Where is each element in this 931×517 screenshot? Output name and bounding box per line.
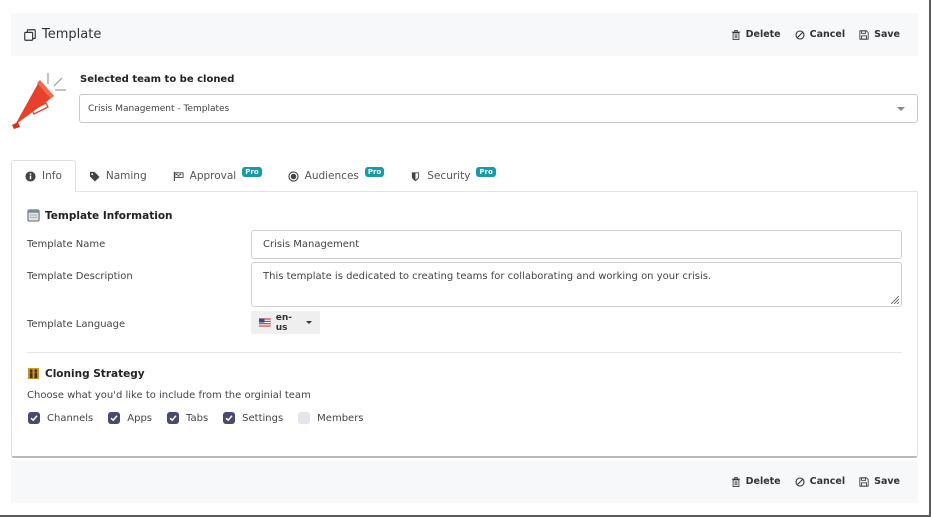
caret-down-icon (306, 321, 312, 324)
check-icon (169, 415, 177, 422)
save-label: Save (874, 29, 900, 40)
template-description-textarea[interactable]: This template is dedicated to creating t… (251, 262, 902, 307)
checkbox-checked[interactable] (108, 412, 121, 424)
checkbox-checked[interactable] (223, 412, 236, 424)
cloning-hint: Choose what you'd like to include from t… (27, 390, 311, 401)
template-language-label: Template Language (27, 319, 126, 330)
checkbox-apps[interactable]: Apps (108, 412, 152, 424)
language-dropdown[interactable]: en-us (251, 311, 320, 334)
template-description-value: This template is dedicated to creating t… (263, 271, 712, 282)
checkbox-label: Members (317, 412, 364, 424)
template-name-label: Template Name (27, 239, 106, 250)
cloning-strategy-title: Cloning Strategy (45, 367, 145, 380)
pro-badge: Pro (364, 167, 385, 177)
pro-badge: Pro (476, 167, 496, 177)
us-flag-icon (259, 318, 271, 327)
checkbox-label: Settings (242, 412, 284, 424)
family-icon (27, 367, 40, 380)
header-actions: Delete Cancel Save (731, 29, 906, 40)
tab-naming-label: Naming (105, 170, 147, 182)
template-name-value: Crisis Management (263, 239, 360, 250)
page-title-text: Template (42, 27, 102, 42)
header-bar: Template Delete Cancel Save (11, 13, 918, 56)
save-button[interactable]: Save (859, 29, 900, 40)
chevron-down-icon (897, 106, 905, 111)
cancel-label: Cancel (809, 476, 846, 487)
shield-icon (412, 171, 420, 181)
target-icon (288, 170, 299, 182)
footer-bar: Delete Cancel Save (11, 460, 918, 503)
tag-icon (89, 171, 100, 182)
info-icon (25, 170, 36, 182)
pro-badge: Pro (242, 167, 262, 177)
checkbox-label: Channels (47, 412, 94, 424)
copy-icon (24, 28, 36, 41)
footer-actions: Delete Cancel Save (731, 476, 906, 487)
check-icon (30, 415, 38, 422)
template-name-input[interactable]: Crisis Management (251, 230, 902, 259)
language-value: en-us (275, 312, 292, 333)
template-description-label: Template Description (27, 271, 133, 282)
checkbox-channels[interactable]: Channels (28, 412, 93, 424)
checkbox-label: Tabs (186, 412, 209, 424)
footer-save-button[interactable]: Save (859, 476, 900, 487)
check-icon (110, 415, 118, 422)
checkbox-checked[interactable] (28, 412, 40, 424)
trash-icon (731, 29, 740, 40)
tab-audiences[interactable]: Audiences Pro (275, 160, 398, 192)
checkbox-checked[interactable] (167, 412, 180, 424)
page-title: Template (23, 27, 101, 42)
floppy-icon (859, 29, 869, 40)
team-select-dropdown[interactable]: Crisis Management - Templates (79, 94, 918, 123)
info-panel: Template Information Template Name Crisi… (11, 191, 918, 458)
tab-security[interactable]: Security Pro (397, 160, 509, 192)
cloning-options: Channels Apps Tabs Settings Members (28, 412, 364, 424)
clone-team-label: Selected team to be cloned (80, 74, 235, 85)
checkbox-unchecked[interactable] (298, 412, 311, 424)
footer-cancel-button[interactable]: Cancel (795, 476, 845, 487)
cancel-label: Cancel (809, 29, 846, 40)
save-label: Save (874, 476, 900, 487)
template-information-title: Template Information (45, 209, 173, 222)
team-select-value: Crisis Management - Templates (88, 103, 230, 114)
checkbox-label: Apps (127, 412, 153, 424)
footer-delete-button[interactable]: Delete (731, 476, 781, 487)
tab-audiences-label: Audiences (304, 170, 359, 182)
flag-icon (173, 171, 184, 181)
floppy-icon (859, 476, 869, 487)
ban-icon (795, 476, 805, 487)
check-icon (225, 415, 233, 422)
checkbox-tabs[interactable]: Tabs (167, 412, 208, 424)
cancel-button[interactable]: Cancel (795, 29, 845, 40)
cloning-strategy-heading: Cloning Strategy (27, 367, 145, 380)
tab-bar: Info Naming Approval Pro Audiences Pro S… (11, 160, 509, 192)
trash-icon (731, 476, 740, 487)
checkbox-members[interactable]: Members (298, 412, 364, 424)
delete-label: Delete (745, 29, 781, 40)
tab-naming[interactable]: Naming (76, 160, 160, 192)
delete-button[interactable]: Delete (731, 29, 781, 40)
ban-icon (795, 29, 805, 40)
template-information-heading: Template Information (27, 209, 173, 222)
tab-info-label: Info (42, 170, 62, 182)
resize-handle-icon[interactable] (891, 296, 899, 304)
calendar-icon (27, 209, 40, 222)
delete-label: Delete (745, 476, 781, 487)
checkbox-settings[interactable]: Settings (223, 412, 283, 424)
section-divider (27, 352, 902, 353)
tab-info[interactable]: Info (11, 160, 76, 192)
tab-security-label: Security (427, 170, 471, 182)
tab-approval-label: Approval (189, 170, 237, 182)
megaphone-icon (12, 73, 66, 129)
tab-approval[interactable]: Approval Pro (160, 160, 275, 192)
